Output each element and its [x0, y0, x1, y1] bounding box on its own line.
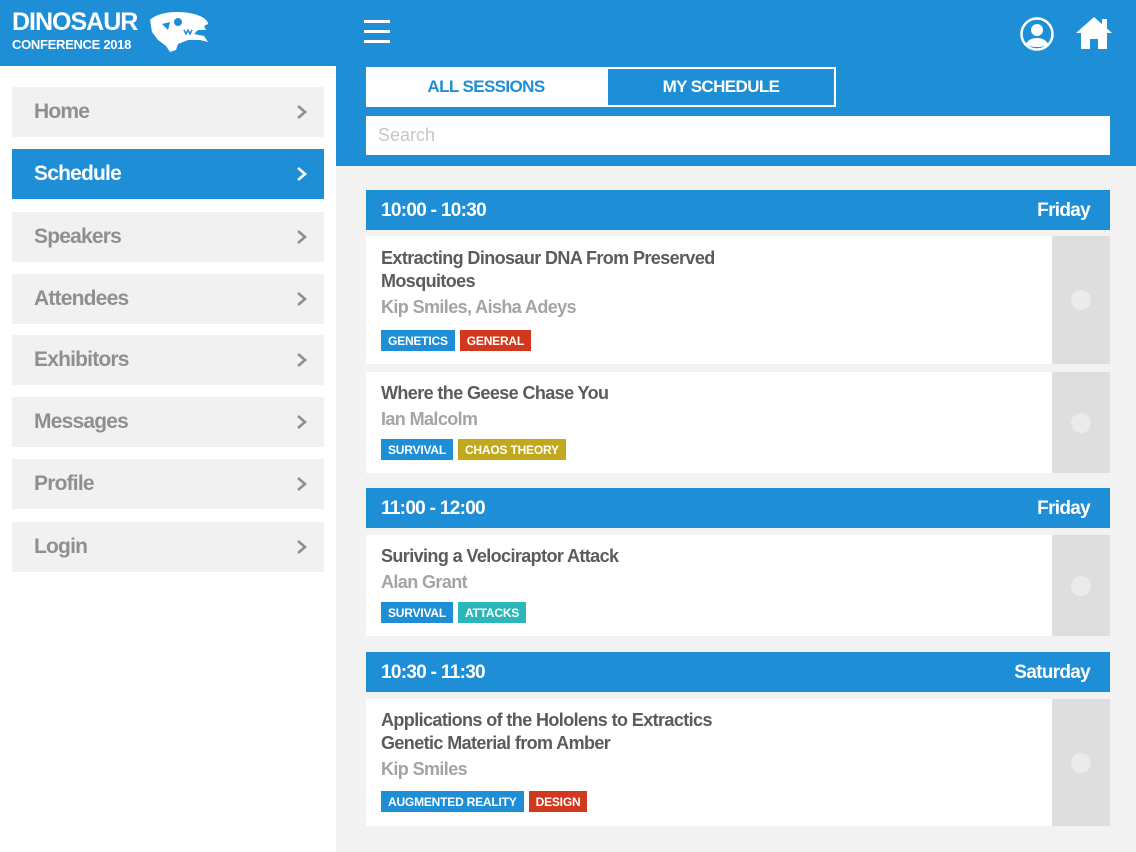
- sidebar-item-home[interactable]: Home: [12, 87, 324, 137]
- session-card[interactable]: Extracting Dinosaur DNA From Preserved M…: [366, 236, 1110, 364]
- hamburger-menu-icon[interactable]: [364, 20, 392, 46]
- time-slot-header: 10:30 - 11:30 Saturday: [366, 652, 1110, 692]
- session-title: Applications of the Hololens to Extracti…: [381, 710, 712, 753]
- toggle-dot-icon: [1071, 575, 1091, 596]
- session-speakers: Ian Malcolm: [381, 409, 478, 429]
- sidebar-item-attendees[interactable]: Attendees: [12, 274, 324, 324]
- add-to-schedule-toggle[interactable]: [1052, 236, 1110, 364]
- slot-day: Saturday: [1014, 662, 1090, 683]
- session-title: Suriving a Velociraptor Attack: [381, 546, 619, 566]
- session-tags: SURVIVAL ATTACKS: [381, 602, 527, 623]
- session-tags: AUGMENTED REALITY DESIGN: [381, 791, 588, 812]
- tag-badge[interactable]: GENETICS: [381, 330, 455, 351]
- slot-time: 10:00 - 10:30: [381, 200, 487, 221]
- chevron-right-icon: [297, 353, 307, 367]
- sidebar-item-label: Messages: [34, 410, 129, 433]
- tag-badge[interactable]: DESIGN: [528, 791, 588, 812]
- session-speakers: Alan Grant: [381, 572, 468, 592]
- top-header: ALL SESSIONS MY SCHEDULE: [336, 0, 1136, 166]
- session-tags: SURVIVAL CHAOS THEORY: [381, 439, 566, 460]
- sidebar-item-label: Login: [34, 535, 88, 558]
- session-speakers: Kip Smiles: [381, 759, 468, 779]
- time-slot-header: 11:00 - 12:00 Friday: [366, 488, 1110, 528]
- session-card[interactable]: Suriving a Velociraptor Attack Alan Gran…: [366, 535, 1110, 636]
- session-title: Where the Geese Chase You: [381, 383, 609, 403]
- dinosaur-skull-icon: [150, 12, 208, 52]
- chevron-right-icon: [297, 292, 307, 306]
- sidebar-item-schedule[interactable]: Schedule: [12, 149, 324, 199]
- sidebar-item-label: Profile: [34, 472, 95, 495]
- sidebar-item-exhibitors[interactable]: Exhibitors: [12, 335, 324, 385]
- conference-logo[interactable]: DINOSAUR CONFERENCE 2018: [0, 0, 336, 66]
- session-tags: GENETICS GENERAL: [381, 330, 532, 351]
- tag-badge[interactable]: SURVIVAL: [381, 439, 453, 460]
- toggle-dot-icon: [1071, 412, 1091, 433]
- sidebar-item-label: Exhibitors: [34, 348, 129, 371]
- toggle-dot-icon: [1071, 290, 1091, 310]
- logo-subtitle: CONFERENCE 2018: [12, 37, 132, 52]
- tag-badge[interactable]: AUGMENTED REALITY: [381, 791, 524, 812]
- time-slot-header: 10:00 - 10:30 Friday: [366, 190, 1110, 230]
- tag-badge[interactable]: CHAOS THEORY: [457, 439, 566, 460]
- tag-badge[interactable]: SURVIVAL: [381, 602, 453, 623]
- home-icon[interactable]: [1074, 15, 1114, 51]
- sidebar-item-speakers[interactable]: Speakers: [12, 212, 324, 262]
- slot-time: 11:00 - 12:00: [381, 498, 486, 519]
- sidebar-item-label: Speakers: [34, 225, 122, 248]
- session-speakers: Kip Smiles, Aisha Adeys: [381, 297, 577, 317]
- slot-day: Friday: [1037, 200, 1091, 221]
- chevron-right-icon: [297, 477, 307, 491]
- chevron-right-icon: [297, 540, 307, 554]
- add-to-schedule-toggle[interactable]: [1052, 699, 1110, 826]
- slot-day: Friday: [1037, 498, 1091, 519]
- search-input[interactable]: [366, 116, 1110, 155]
- sidebar: DINOSAUR CONFERENCE 2018 Home Schedule S…: [0, 0, 336, 852]
- slot-time: 10:30 - 11:30: [381, 662, 486, 683]
- sidebar-item-login[interactable]: Login: [12, 522, 324, 572]
- tab-my-schedule[interactable]: MY SCHEDULE: [606, 67, 836, 107]
- sidebar-item-profile[interactable]: Profile: [12, 459, 324, 509]
- tag-badge[interactable]: GENERAL: [459, 330, 532, 351]
- tab-all-sessions[interactable]: ALL SESSIONS: [366, 67, 606, 107]
- tag-badge[interactable]: ATTACKS: [457, 602, 527, 623]
- session-card[interactable]: Where the Geese Chase You Ian Malcolm SU…: [366, 372, 1110, 473]
- chevron-right-icon: [297, 167, 307, 181]
- add-to-schedule-toggle[interactable]: [1052, 372, 1110, 473]
- sidebar-item-messages[interactable]: Messages: [12, 397, 324, 447]
- add-to-schedule-toggle[interactable]: [1052, 535, 1110, 636]
- sidebar-item-label: Home: [34, 100, 90, 123]
- toggle-dot-icon: [1071, 752, 1091, 773]
- session-title: Extracting Dinosaur DNA From Preserved M…: [381, 248, 715, 291]
- chevron-right-icon: [297, 230, 307, 244]
- user-profile-icon[interactable]: [1020, 17, 1054, 51]
- session-card[interactable]: Applications of the Hololens to Extracti…: [366, 699, 1110, 826]
- chevron-right-icon: [297, 105, 307, 119]
- sidebar-item-label: Schedule: [34, 162, 122, 185]
- chevron-right-icon: [297, 415, 307, 429]
- logo-title: DINOSAUR: [12, 8, 138, 36]
- sidebar-item-label: Attendees: [34, 287, 129, 310]
